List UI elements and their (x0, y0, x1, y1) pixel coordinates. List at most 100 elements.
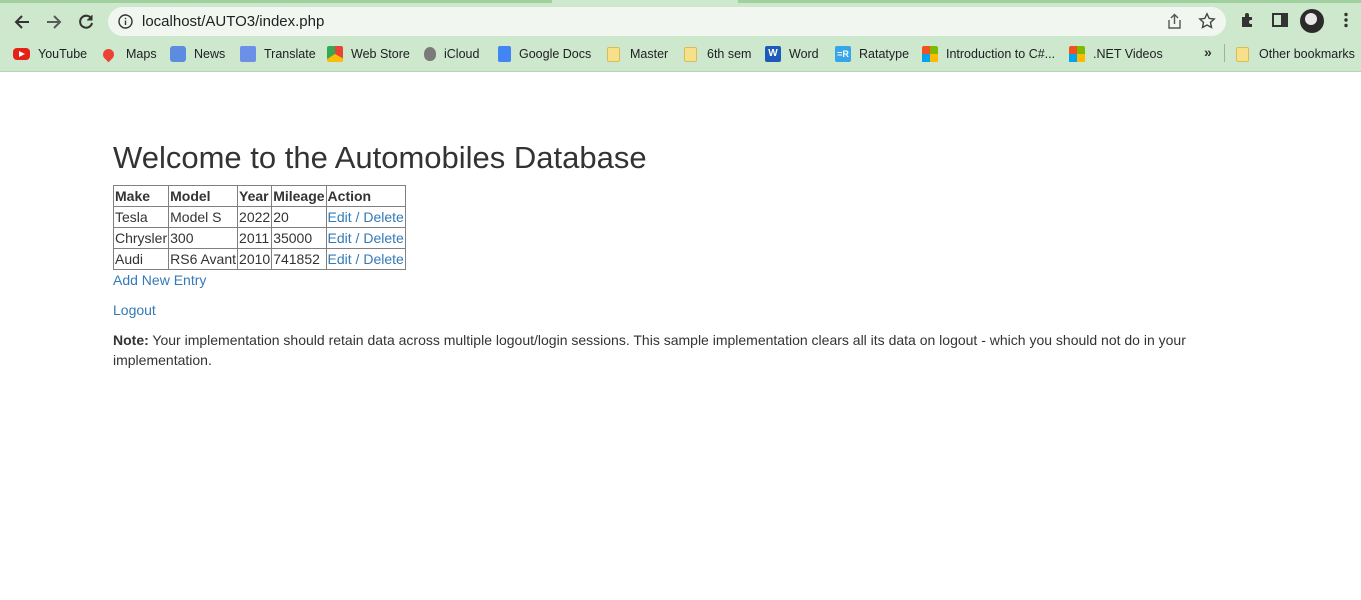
bookmark-label: iCloud (444, 47, 480, 61)
bookmark-youtube[interactable]: YouTube (13, 44, 87, 64)
tab-strip-edge (0, 0, 552, 3)
bookmarks-overflow-button[interactable]: » (1204, 44, 1212, 60)
note-text: Your implementation should retain data a… (113, 332, 1190, 368)
bookmark-ratatype[interactable]: =R Ratatype (835, 44, 909, 64)
bookmark-other[interactable]: Other bookmarks (1236, 44, 1355, 64)
bookmark-label: Maps (126, 47, 157, 61)
cell-year: 2010 (237, 248, 273, 270)
web-store-icon (327, 46, 343, 62)
bookmark-web-store[interactable]: Web Store (327, 44, 410, 64)
bookmark-google-docs[interactable]: Google Docs (498, 44, 591, 64)
bookmark-master[interactable]: Master (607, 44, 668, 64)
add-entry-paragraph: Add New Entry (113, 270, 1253, 290)
note-label: Note: (113, 332, 149, 348)
table-header-row: Make Model Year Mileage Action (112, 185, 406, 207)
cell-action: Edit / Delete (325, 227, 406, 249)
cell-model: RS6 Avant (168, 248, 239, 270)
page-links: Add New Entry Logout (113, 270, 1253, 320)
bookmark-icloud[interactable]: iCloud (424, 44, 479, 64)
forward-button[interactable] (40, 8, 68, 36)
logout-link[interactable]: Logout (113, 302, 156, 318)
url-text[interactable]: localhost/AUTO3/index.php (142, 13, 324, 30)
bookmark-net-videos[interactable]: .NET Videos (1069, 44, 1163, 64)
delete-link[interactable]: Delete (363, 230, 403, 246)
browser-chrome: localhost/AUTO3/index.php YouTube Maps N… (0, 0, 1361, 72)
maps-icon (100, 46, 117, 62)
bookmark-news[interactable]: News (170, 44, 225, 64)
translate-icon (240, 46, 256, 62)
cell-year: 2022 (237, 206, 273, 228)
column-header-model: Model (168, 185, 239, 207)
bookmark-maps[interactable]: Maps (100, 44, 157, 64)
bookmark-6th-sem[interactable]: 6th sem (684, 44, 751, 64)
cell-action: Edit / Delete (325, 248, 406, 270)
star-icon[interactable] (1198, 12, 1216, 30)
logout-paragraph: Logout (113, 300, 1253, 320)
folder-icon (684, 46, 697, 62)
folder-icon (1236, 46, 1249, 62)
bookmark-label: Ratatype (859, 47, 910, 61)
profile-avatar[interactable] (1300, 9, 1324, 33)
cell-model: 300 (168, 227, 239, 249)
cell-mileage: 741852 (271, 248, 327, 270)
microsoft-icon (922, 46, 938, 62)
word-icon: W (765, 46, 781, 62)
more-vertical-icon (1344, 12, 1348, 28)
cell-model: Model S (168, 206, 239, 228)
cell-make: Audi (112, 248, 170, 270)
edit-link[interactable]: Edit (328, 209, 352, 225)
edit-link[interactable]: Edit (328, 230, 352, 246)
delete-link[interactable]: Delete (363, 209, 403, 225)
table-row: Audi RS6 Avant 2010 741852 Edit / Delete (112, 248, 406, 270)
cell-make: Tesla (112, 206, 170, 228)
bookmark-label: .NET Videos (1093, 47, 1163, 61)
side-panel-icon (1272, 13, 1288, 27)
reload-button[interactable] (72, 8, 100, 36)
info-icon[interactable] (118, 14, 133, 29)
share-icon[interactable] (1166, 13, 1183, 30)
cell-mileage: 20 (271, 206, 327, 228)
bookmark-label: YouTube (38, 47, 88, 61)
column-header-make: Make (112, 185, 170, 207)
bookmark-word[interactable]: W Word (765, 44, 819, 64)
bookmarks-bar: YouTube Maps News Translate Web Store iC… (0, 40, 1361, 66)
cell-year: 2011 (237, 227, 273, 249)
bookmarks-divider (1224, 44, 1225, 62)
arrow-left-icon (14, 15, 29, 29)
action-separator: / (351, 250, 364, 267)
delete-link[interactable]: Delete (363, 251, 403, 267)
add-new-entry-link[interactable]: Add New Entry (113, 272, 206, 288)
bookmark-translate[interactable]: Translate (240, 44, 316, 64)
side-panel-button[interactable] (1270, 10, 1290, 30)
docs-icon (498, 46, 511, 62)
note-paragraph: Note: Your implementation should retain … (113, 330, 1213, 370)
extensions-button[interactable] (1238, 10, 1258, 30)
column-header-action: Action (325, 185, 406, 207)
bookmark-label: Google Docs (519, 47, 592, 61)
edit-link[interactable]: Edit (328, 251, 352, 267)
news-icon (170, 46, 186, 62)
apple-icon (424, 47, 436, 61)
cell-action: Edit / Delete (325, 206, 406, 228)
cell-make: Chrysler (112, 227, 170, 249)
bookmark-label: 6th sem (707, 47, 752, 61)
bookmark-label: Introduction to C#... (946, 47, 1056, 61)
folder-icon (607, 46, 620, 62)
address-bar[interactable]: localhost/AUTO3/index.php (108, 7, 1226, 36)
bookmark-intro-csharp[interactable]: Introduction to C#... (922, 44, 1055, 64)
column-header-year: Year (237, 185, 273, 207)
ratatype-icon: =R (835, 46, 851, 62)
action-separator: / (351, 229, 364, 246)
arrow-right-icon (47, 15, 62, 29)
menu-button[interactable] (1336, 10, 1356, 30)
back-button[interactable] (8, 8, 36, 36)
bookmark-label: Translate (264, 47, 316, 61)
table-row: Chrysler 300 2011 35000 Edit / Delete (112, 227, 406, 249)
bookmark-label: Master (630, 47, 669, 61)
puzzle-icon (1242, 13, 1252, 27)
youtube-icon (13, 48, 30, 60)
cell-mileage: 35000 (271, 227, 327, 249)
bookmark-label: Web Store (351, 47, 410, 61)
microsoft-icon (1069, 46, 1085, 62)
bookmark-label: Other bookmarks (1259, 47, 1355, 61)
